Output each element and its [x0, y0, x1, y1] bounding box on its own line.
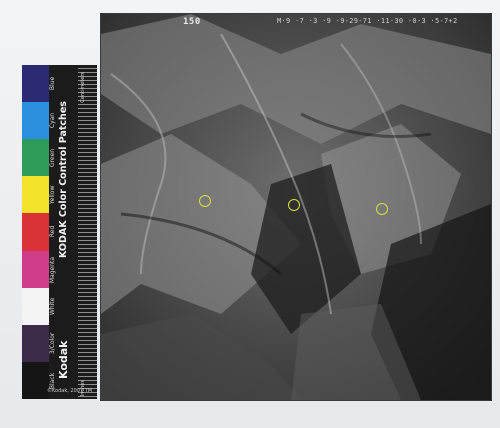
color-patch-blue: [22, 65, 49, 103]
color-patch-black: [22, 361, 49, 399]
location-marker: [288, 199, 300, 211]
color-patch-white: [22, 287, 49, 325]
color-patch-red: [22, 213, 49, 251]
color-patch-green: [22, 139, 49, 177]
color-patch-yellow: [22, 176, 49, 214]
color-patch-cyan: [22, 102, 49, 140]
color-patch-3-color: [22, 324, 49, 362]
location-marker: [199, 195, 211, 207]
brand-mark: ©Kodak, 2007 TM: [47, 388, 93, 394]
frame-caption: M·9 ·7 ·3 ·9 ·9-29-71 ·11·30 ·0-3 ·5-7+2: [277, 17, 458, 25]
color-patch-magenta: [22, 250, 49, 288]
ruler-label-top: Centimeters: [80, 72, 86, 103]
kodak-logo: Kodak: [57, 340, 70, 380]
color-patch-label: White: [49, 297, 56, 315]
strip-title: KODAK Color Control Patches: [58, 101, 69, 259]
aerial-photograph: 150 M·9 ·7 ·3 ·9 ·9-29-71 ·11·30 ·0-3 ·5…: [101, 14, 491, 400]
frame-number: 150: [183, 17, 201, 27]
location-marker: [376, 203, 388, 215]
ruler: [78, 65, 97, 399]
